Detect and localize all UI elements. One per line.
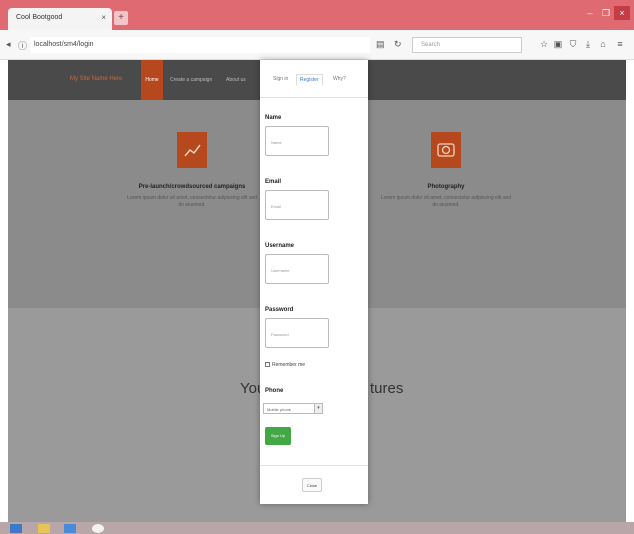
tab-sign-in[interactable]: Sign in [270, 74, 291, 84]
remember-checkbox[interactable] [265, 362, 270, 368]
store-icon[interactable] [64, 524, 76, 533]
folder-icon[interactable] [38, 524, 50, 533]
tab-why[interactable]: Why? [330, 74, 349, 84]
modal-footer: Close [260, 465, 368, 504]
password-label: Password [265, 307, 294, 313]
pocket-icon[interactable]: ⛉ [567, 39, 579, 50]
sign-up-button[interactable]: Sign Up [265, 427, 291, 445]
modal-tabs: Sign in Register Why? [260, 60, 368, 98]
feature-desc: Lorem ipsum dolor sit amet, consectetur … [381, 195, 511, 208]
reload-icon[interactable]: ↻ [394, 39, 402, 50]
feature-desc: Lorem ipsum dolor sit amet, consectetur … [127, 195, 257, 208]
phone-select[interactable]: Mobile phone ▾ [263, 403, 323, 414]
feature-title: Photography [427, 184, 465, 190]
os-taskbar [0, 522, 634, 534]
chevron-down-icon[interactable]: ▾ [314, 404, 322, 413]
email-label: Email [265, 179, 282, 185]
name-field[interactable]: Name [265, 126, 329, 156]
nav-create-campaign[interactable]: Create a campaign [170, 77, 212, 83]
close-window-button[interactable]: × [614, 6, 630, 20]
download-icon[interactable]: ⤓ [582, 39, 594, 50]
phone-select-value: Mobile phone [267, 407, 292, 412]
tab-register[interactable]: Register [296, 74, 323, 86]
password-field[interactable]: Password [265, 318, 329, 348]
start-icon[interactable] [10, 524, 22, 533]
maximize-button[interactable]: ❐ [598, 6, 614, 20]
email-field[interactable]: Email [265, 190, 329, 220]
reader-icon[interactable]: ▤ [376, 39, 385, 50]
new-tab-button[interactable]: + [114, 11, 128, 25]
search-input[interactable]: Search [412, 37, 522, 53]
remember-row[interactable]: Remember me [265, 362, 305, 368]
minimize-button[interactable]: – [582, 6, 598, 20]
tab-title: Cool Bootgood [16, 14, 63, 21]
site-brand[interactable]: My Site Name Here [70, 76, 122, 82]
back-icon[interactable]: ◂ [6, 39, 11, 50]
browser-icon[interactable] [92, 524, 104, 533]
star-icon[interactable]: ☆ [538, 39, 550, 50]
chart-icon [177, 132, 207, 168]
remember-label: Remember me [272, 362, 306, 368]
nav-home[interactable]: Home [141, 60, 163, 100]
url-bar[interactable]: localhost/sm4/login [30, 37, 370, 53]
menu-icon[interactable]: ≡ [614, 39, 626, 49]
section-heading-right: tures [370, 380, 404, 397]
username-field[interactable]: Username [265, 254, 329, 284]
info-icon[interactable]: ⓘ [18, 39, 27, 52]
browser-tab[interactable]: Cool Bootgood × [8, 8, 112, 30]
close-button[interactable]: Close [302, 478, 322, 492]
nav-about[interactable]: About us [226, 77, 246, 83]
clipboard-icon[interactable]: ▣ [552, 39, 564, 50]
close-tab-icon[interactable]: × [101, 13, 106, 22]
browser-navbar: ◂ ⓘ localhost/sm4/login ▤ ↻ Search ☆ ▣ ⛉… [0, 30, 634, 60]
username-label: Username [265, 243, 295, 249]
home-icon[interactable]: ⌂ [597, 39, 609, 49]
phone-label: Phone [265, 388, 284, 394]
camera-icon [431, 132, 461, 168]
name-label: Name [265, 115, 282, 121]
feature-title: Pre-launch/crowdsourced campaigns [138, 184, 246, 190]
register-modal: Sign in Register Why? Name Name Email Em… [260, 60, 368, 504]
